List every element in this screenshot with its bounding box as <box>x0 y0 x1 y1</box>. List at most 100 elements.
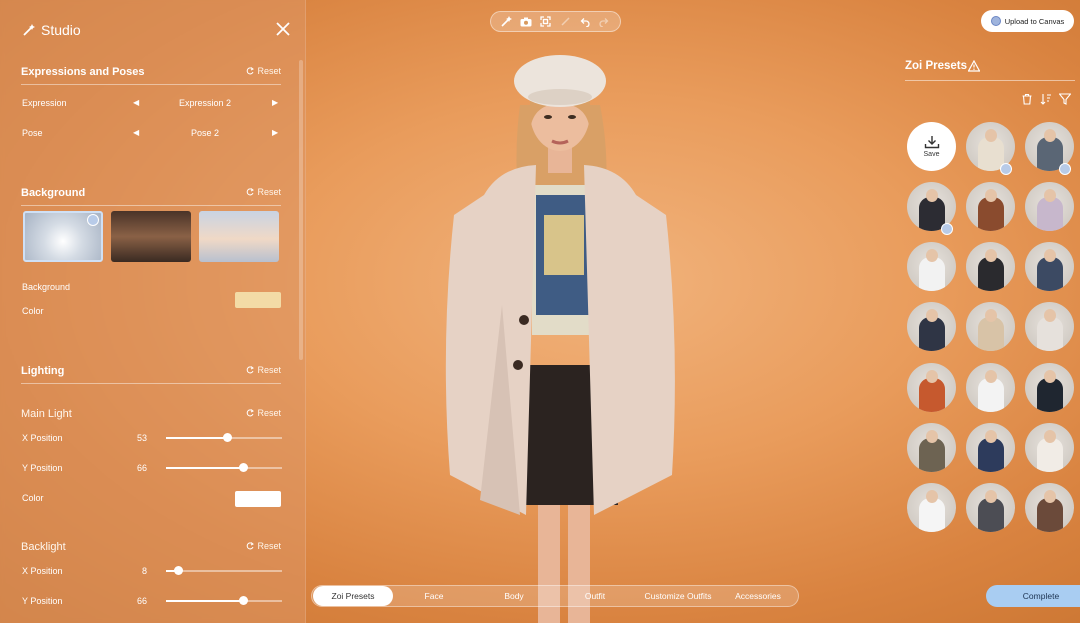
background-reset-button[interactable]: Reset <box>246 187 281 197</box>
pose-next-button[interactable]: ▶ <box>272 128 278 137</box>
warning-icon[interactable] <box>968 60 980 72</box>
preset-avatar[interactable] <box>1025 423 1074 472</box>
expression-next-button[interactable]: ▶ <box>272 98 278 107</box>
slider-knob[interactable] <box>223 433 233 442</box>
undo-icon[interactable] <box>579 16 591 28</box>
preset-avatar[interactable] <box>907 302 956 351</box>
background-color-swatch[interactable] <box>235 292 281 308</box>
save-label: Save <box>923 151 940 158</box>
brush-icon[interactable] <box>559 16 571 28</box>
magic-icon[interactable] <box>501 16 513 28</box>
tab-outfit[interactable]: Outfit <box>557 586 633 606</box>
preset-avatar[interactable] <box>1025 242 1074 291</box>
upload-to-canvas-button[interactable]: Upload to Canvas <box>981 10 1074 32</box>
main-light-y-slider[interactable] <box>166 463 282 472</box>
divider <box>21 205 281 206</box>
expression-value: Expression 2 <box>178 98 232 108</box>
slider-fill <box>166 437 228 439</box>
slider-knob[interactable] <box>238 596 248 605</box>
backlight-x-slider[interactable] <box>166 566 282 575</box>
preset-avatar[interactable] <box>966 302 1015 351</box>
preset-avatar[interactable] <box>907 483 956 532</box>
save-preset-button[interactable]: Save <box>907 122 956 171</box>
preset-avatar[interactable] <box>966 363 1015 412</box>
preset-avatar[interactable] <box>907 242 956 291</box>
preset-avatar[interactable] <box>1025 182 1074 231</box>
preset-avatar[interactable] <box>966 182 1015 231</box>
reset-icon <box>247 542 255 550</box>
slider-knob[interactable] <box>238 463 248 472</box>
tab-customize-outfits[interactable]: Customize Outfits <box>642 586 714 606</box>
tab-body[interactable]: Body <box>476 586 552 606</box>
preset-avatar[interactable] <box>1025 302 1074 351</box>
reset-label: Reset <box>257 408 281 418</box>
main-light-title: Main Light <box>21 408 72 420</box>
reset-label: Reset <box>257 66 281 76</box>
reset-icon <box>247 188 255 196</box>
panel-scrollbar[interactable] <box>299 60 303 360</box>
filter-icon[interactable] <box>1059 93 1071 105</box>
pose-value: Pose 2 <box>190 128 220 138</box>
top-toolbar <box>490 11 621 32</box>
preset-avatar[interactable] <box>907 363 956 412</box>
background-title: Background <box>21 187 86 199</box>
presets-title: Zoi Presets <box>905 60 967 72</box>
main-light-x-slider[interactable] <box>166 433 282 442</box>
main-light-x-value: 53 <box>136 433 147 443</box>
upload-label: Upload to Canvas <box>1004 16 1065 26</box>
reset-icon <box>247 409 255 417</box>
presets-divider <box>905 80 1075 81</box>
slider-knob[interactable] <box>173 566 183 575</box>
background-thumb-sky[interactable] <box>199 211 279 262</box>
preset-avatar[interactable] <box>966 242 1015 291</box>
divider <box>21 383 281 384</box>
lighting-reset-button[interactable]: Reset <box>246 365 281 375</box>
tab-face[interactable]: Face <box>396 586 472 606</box>
edit-badge-icon <box>941 223 953 235</box>
reset-icon <box>247 67 255 75</box>
backlight-y-label: Y Position <box>22 596 63 606</box>
magic-wand-icon <box>23 23 35 36</box>
preset-avatar[interactable] <box>1025 363 1074 412</box>
tab-zoi-presets[interactable]: Zoi Presets <box>313 586 393 606</box>
panel-title: Studio <box>41 22 81 38</box>
canvas-icon <box>990 16 1001 26</box>
preset-avatar[interactable] <box>966 483 1015 532</box>
character-model[interactable] <box>440 45 680 623</box>
tab-accessories[interactable]: Accessories <box>720 586 796 606</box>
lighting-title: Lighting <box>21 365 65 377</box>
camera-icon[interactable] <box>520 16 532 28</box>
backlight-y-slider[interactable] <box>166 596 282 605</box>
backlight-x-label: X Position <box>22 566 63 576</box>
sort-icon[interactable] <box>1040 93 1052 105</box>
main-light-color-swatch[interactable] <box>235 491 281 507</box>
expressions-reset-button[interactable]: Reset <box>246 66 281 76</box>
expression-label: Expression <box>22 98 67 108</box>
pose-prev-button[interactable]: ◀ <box>133 128 139 137</box>
frame-icon[interactable] <box>540 16 552 28</box>
reset-label: Reset <box>257 541 281 551</box>
trash-icon[interactable] <box>1021 93 1033 105</box>
background-thumbnails <box>21 211 281 265</box>
category-tabs: Zoi Presets Face Body Outfit Customize O… <box>311 585 799 607</box>
backlight-reset-button[interactable]: Reset <box>246 541 281 551</box>
background-thumb-studio[interactable] <box>23 211 103 262</box>
redo-icon[interactable] <box>598 16 610 28</box>
reset-label: Reset <box>257 187 281 197</box>
close-icon[interactable] <box>274 20 292 38</box>
selected-check-icon <box>87 214 99 226</box>
background-thumb-room[interactable] <box>111 211 191 262</box>
complete-button[interactable]: Complete <box>986 585 1080 607</box>
preset-avatar[interactable] <box>907 423 956 472</box>
backlight-x-value: 8 <box>141 566 147 576</box>
main-light-reset-button[interactable]: Reset <box>246 408 281 418</box>
preset-avatar[interactable] <box>1025 483 1074 532</box>
edit-badge-icon <box>1000 163 1012 175</box>
preset-avatar[interactable] <box>966 423 1015 472</box>
lighting-section: Lighting Reset Main Light Reset X Positi… <box>21 365 282 623</box>
download-icon <box>924 136 939 149</box>
expression-prev-button[interactable]: ◀ <box>133 98 139 107</box>
main-light-y-label: Y Position <box>22 463 63 473</box>
panel-header: Studio <box>22 20 292 40</box>
studio-stage: Studio Expressions and Poses Reset Expre… <box>0 0 1080 623</box>
